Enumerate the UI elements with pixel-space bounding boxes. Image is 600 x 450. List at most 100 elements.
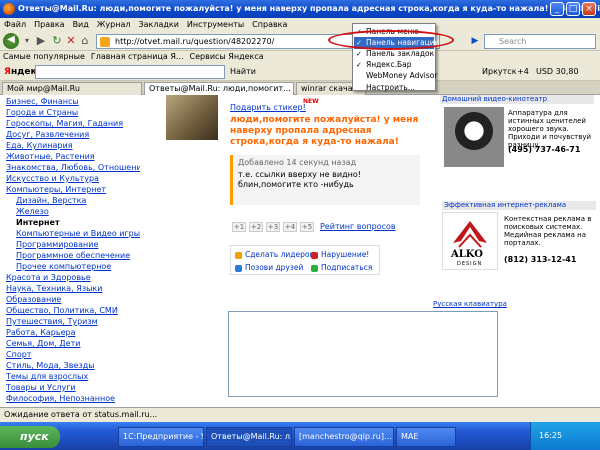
sidebar-item[interactable]: Путешествия, Туризм: [6, 316, 98, 327]
alko-sub: DESIGN: [457, 261, 483, 267]
menu-history[interactable]: Журнал: [93, 20, 135, 29]
category-sidebar: Бизнес, Финансы Города и Страны Гороскопы,…: [0, 95, 140, 407]
status-text: Ожидание ответа от status.mail.ru...: [4, 410, 158, 419]
back-button[interactable]: ◀: [3, 33, 19, 49]
go-arrow-icon[interactable]: ▶: [468, 34, 482, 48]
tab-moi-mir[interactable]: Мой мир@Mail.Ru: [2, 82, 142, 95]
user-photo[interactable]: [166, 95, 218, 140]
minimize-button[interactable]: _: [550, 2, 564, 16]
vote-button[interactable]: +4: [283, 222, 297, 232]
sidebar-item[interactable]: Семья, Дом, Дети: [6, 338, 80, 349]
sidebar-item[interactable]: Компьютерные и Видео игры: [16, 228, 140, 239]
sidebar-item[interactable]: Бизнес, Финансы: [6, 96, 79, 107]
sidebar-item[interactable]: Стиль, Мода, Звезды: [6, 360, 95, 371]
sidebar-item[interactable]: Общество, Политика, СМИ: [6, 305, 118, 316]
sidebar-item[interactable]: Красота и Здоровье: [6, 272, 91, 283]
sidebar-item[interactable]: Темы для взрослых: [6, 371, 88, 382]
history-dropdown-icon[interactable]: ▾: [22, 34, 32, 48]
sidebar-item[interactable]: Искусство и Культура: [6, 173, 99, 184]
vote-button[interactable]: +2: [249, 222, 263, 232]
sidebar-item[interactable]: Компьютеры, Интернет: [6, 184, 106, 195]
menu-view[interactable]: Вид: [69, 20, 93, 29]
navigation-bar: ◀ ▾ ▶ ↻ ✕ ⌂ http://otvet.mail.ru/questio…: [0, 31, 600, 51]
menu-tools[interactable]: Инструменты: [183, 20, 248, 29]
sidebar-item[interactable]: Товары и Услуги: [6, 382, 76, 393]
sidebar-item[interactable]: Образование: [6, 294, 61, 305]
start-button[interactable]: пуск: [0, 426, 60, 448]
keyboard-link[interactable]: Русская клавиатура: [433, 300, 507, 308]
sidebar-item[interactable]: Досуг, Развлечения: [6, 129, 89, 140]
sidebar-item[interactable]: Еда, Кулинария: [6, 140, 73, 151]
forward-button[interactable]: ▶: [34, 34, 48, 48]
rating-link[interactable]: Рейтинг вопросов: [320, 222, 396, 231]
task-qip[interactable]: [manchestro@qip.ru]...: [294, 427, 394, 447]
question-details: Добавлено 14 секунд назад т.е. ссылки вв…: [230, 155, 420, 205]
ad2-text: Контекстная реклама в поисковых системах…: [504, 215, 592, 247]
report-link[interactable]: Нарушение!: [311, 249, 369, 260]
task-otvety[interactable]: Ответы@Mail.Ru: л...: [206, 427, 292, 447]
question-actions: Сделать лидером Нарушение! Позови друзей…: [230, 245, 380, 275]
answer-textarea[interactable]: [228, 311, 498, 397]
close-button[interactable]: ×: [582, 2, 596, 16]
weather-city[interactable]: Иркутск: [482, 63, 517, 81]
vote-button[interactable]: +1: [232, 222, 246, 232]
menu-edit[interactable]: Правка: [30, 20, 68, 29]
ad2-phone: (812) 313-12-41: [504, 255, 577, 264]
sidebar-item[interactable]: Знакомства, Любовь, Отношения: [6, 162, 140, 173]
status-bar: Ожидание ответа от status.mail.ru...: [0, 407, 600, 422]
tab-otvety[interactable]: Ответы@Mail.Ru: люди,помогит...: [144, 82, 294, 95]
bookmark-yandex-home[interactable]: Главная страница Я...: [88, 52, 187, 61]
menu-file[interactable]: Файл: [0, 20, 30, 29]
home-icon[interactable]: ⌂: [78, 34, 92, 48]
ad1-image[interactable]: [444, 107, 504, 167]
bookmarks-bar: Самые популярные Главная страница Я... Сер…: [0, 51, 600, 63]
subscribe-link[interactable]: Подписаться: [311, 262, 372, 273]
task-1c[interactable]: 1С:Предприятие - У...: [118, 427, 204, 447]
ad2-header[interactable]: Эффективная интернет-реклама: [442, 201, 596, 210]
make-leader-link[interactable]: Сделать лидером: [235, 249, 315, 260]
weather-temp: +4: [517, 67, 529, 76]
ad1-header: Домашний видео-кинотеатр: [440, 95, 594, 104]
stop-icon[interactable]: ✕: [64, 34, 78, 48]
search-input[interactable]: Search: [484, 34, 596, 49]
added-time: Добавлено 14 секунд назад: [238, 158, 357, 167]
context-menu-item[interactable]: Настроить...: [354, 82, 434, 94]
site-favicon: [100, 37, 110, 47]
sidebar-item[interactable]: Прочее компьютерное: [16, 261, 111, 272]
window-title: Ответы@Mail.Ru: люди,помогите пожалуйста…: [18, 4, 600, 13]
sidebar-item[interactable]: Города и Страны: [6, 107, 78, 118]
maximize-button[interactable]: □: [566, 2, 580, 16]
vote-button[interactable]: +3: [266, 222, 280, 232]
sidebar-item[interactable]: Железо: [16, 206, 49, 217]
sidebar-item[interactable]: Работа, Карьера: [6, 327, 75, 338]
currency-rate[interactable]: USD 30,80: [536, 63, 579, 81]
tab-bar: Мой мир@Mail.Ru Ответы@Mail.Ru: люди,пом…: [0, 81, 600, 95]
sidebar-item[interactable]: Спорт: [6, 349, 31, 360]
menu-bookmarks[interactable]: Закладки: [134, 20, 182, 29]
yandex-search-input[interactable]: [35, 65, 225, 79]
sidebar-item[interactable]: Гороскопы, Магия, Гадания: [6, 118, 123, 129]
reload-icon[interactable]: ↻: [50, 34, 64, 48]
invite-friends-link[interactable]: Позови друзей: [235, 262, 303, 273]
question-title: люди,помогите пожалуйста! у меня наверху…: [230, 115, 419, 147]
sidebar-item[interactable]: Программирование: [16, 239, 98, 250]
sidebar-item[interactable]: Наука, Техника, Языки: [6, 283, 102, 294]
sidebar-item[interactable]: Философия, Непознанное: [6, 393, 115, 404]
task-mae[interactable]: МАЕ: [396, 427, 456, 447]
sidebar-item[interactable]: Животные, Растения: [6, 151, 95, 162]
gift-sticker-link[interactable]: Подарить стикер!: [230, 103, 306, 112]
menu-bar: Файл Правка Вид Журнал Закладки Инструменты Сп…: [0, 18, 600, 31]
alko-name: ALKO: [451, 249, 483, 260]
vote-button[interactable]: +5: [300, 222, 314, 232]
alko-logo[interactable]: ALKO DESIGN: [442, 212, 498, 270]
ad1-text: Аппаратура для истинных ценителей хороше…: [508, 109, 592, 149]
sidebar-item[interactable]: Программное обеспечение: [16, 250, 130, 261]
yandex-find-button[interactable]: Найти: [230, 63, 256, 81]
context-menu-item[interactable]: WebMoney Advisor: [354, 70, 437, 82]
bookmark-yandex-services[interactable]: Сервисы Яндекса: [187, 52, 267, 61]
bookmark-popular[interactable]: Самые популярные: [0, 52, 88, 61]
sidebar-item[interactable]: Дизайн, Верстка: [16, 195, 86, 206]
clock[interactable]: 16:25: [539, 431, 562, 440]
sidebar-item[interactable]: Интернет: [16, 217, 60, 228]
menu-help[interactable]: Справка: [248, 20, 291, 29]
